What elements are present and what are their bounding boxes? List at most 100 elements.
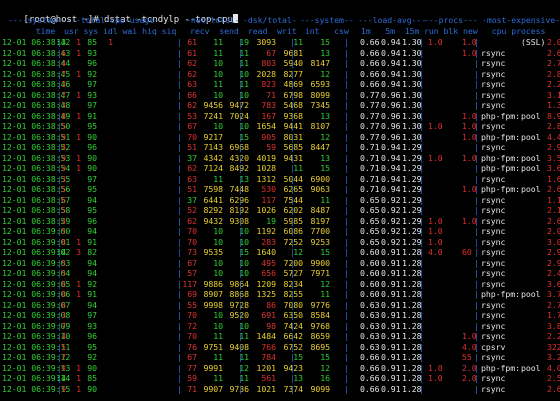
column-separator: | xyxy=(344,310,349,320)
cell-idl: 97 xyxy=(87,173,97,184)
cell-l1: 0.63 xyxy=(360,341,380,352)
column-separator: | xyxy=(474,184,479,194)
column-separator: | xyxy=(419,226,424,236)
cell-writ: 1640 xyxy=(256,247,276,257)
cell-csw: 8695 xyxy=(310,341,330,352)
column-separator: | xyxy=(238,173,243,184)
cell-l5: 0.92 xyxy=(381,236,401,247)
cell-l1: 0.65 xyxy=(360,194,380,205)
cell-send: 8907 xyxy=(203,289,223,299)
cell-send: 10 xyxy=(213,320,223,331)
column-separator: | xyxy=(474,142,479,152)
cell-l5: 0.92 xyxy=(381,215,401,226)
cell-csw: 8147 xyxy=(310,58,330,68)
cell-l1: 0.60 xyxy=(360,257,380,268)
cell-proc: rsync xyxy=(481,173,506,184)
column-separator: | xyxy=(290,89,295,100)
cell-csw: 15 xyxy=(320,37,330,47)
column-separator: | xyxy=(57,184,62,194)
column-separator: | xyxy=(290,163,295,173)
cell-send: 7598 xyxy=(203,184,223,194)
cell-writ: 656 xyxy=(261,268,276,278)
cell-idl: 96 xyxy=(87,58,97,68)
cell-l5: 0.91 xyxy=(381,257,401,268)
column-separator: | xyxy=(474,320,479,331)
column-separator: | xyxy=(419,79,424,89)
col-dsk: read writ xyxy=(243,26,297,36)
cell-l5: 0.94 xyxy=(381,184,401,194)
cell-l5: 0.94 xyxy=(381,152,401,163)
col-top: cpu process xyxy=(482,26,546,36)
cell-writ: 59 xyxy=(266,142,276,152)
column-separator: | xyxy=(344,299,349,310)
column-separator: | xyxy=(344,257,349,268)
cell-recv: 72 xyxy=(187,320,197,331)
cell-pct: 2.5 xyxy=(547,373,560,383)
column-separator: | xyxy=(57,226,62,236)
cell-l1: 0.66 xyxy=(360,68,380,79)
cell-idl: 85 xyxy=(87,37,97,47)
cell-idl: 95 xyxy=(87,205,97,215)
column-separator: | xyxy=(177,205,182,215)
cell-writ: 1028 xyxy=(256,163,276,173)
column-separator: | xyxy=(57,37,62,47)
column-separator: | xyxy=(57,173,62,184)
cell-pct: 2.9 xyxy=(547,257,560,268)
column-separator: | xyxy=(177,37,182,47)
cell-pct: 1.3 xyxy=(547,100,560,110)
cell-csw: 12 xyxy=(320,131,330,142)
column-separator: | xyxy=(419,383,424,394)
cell-writ: 1209 xyxy=(256,278,276,289)
column-separator: | xyxy=(57,205,62,215)
column-separator: | xyxy=(57,257,62,268)
column-separator: | xyxy=(238,257,243,268)
cell-writ: 19 xyxy=(266,215,276,226)
cell-csw: 8584 xyxy=(310,310,330,320)
cell-run: 4.0 xyxy=(428,247,443,257)
cell-writ: 3093 xyxy=(256,37,276,47)
cell-recv: 70 xyxy=(187,131,197,142)
cell-l1: 0.71 xyxy=(360,184,380,194)
cell-send: 10 xyxy=(213,58,223,68)
cell-sys: 1 xyxy=(76,110,81,121)
column-separator: | xyxy=(419,373,424,383)
column-separator: | xyxy=(474,79,479,89)
cell-idl: 94 xyxy=(87,226,97,236)
cell-sys: 1 xyxy=(76,89,81,100)
cell-send: 10 xyxy=(213,68,223,79)
column-separator: | xyxy=(238,352,243,362)
cell-l1: 0.66 xyxy=(360,37,380,47)
cell-writ: 117 xyxy=(261,194,276,205)
column-separator: | xyxy=(57,236,62,247)
terminal-window[interactable]: [root@host ~]# dstat -tcndylp --top-cpu … xyxy=(0,0,560,401)
column-separator: | xyxy=(57,121,62,131)
column-separator: | xyxy=(474,383,479,394)
cell-l1: 0.60 xyxy=(360,268,380,278)
column-separator: | xyxy=(474,310,479,320)
column-separator: | xyxy=(474,47,479,58)
cell-writ: 167 xyxy=(261,110,276,121)
cell-l1: 0.77 xyxy=(360,121,380,131)
column-separator: | xyxy=(57,100,62,110)
cell-pct: 3.6 xyxy=(547,278,560,289)
header-system: ----system---- xyxy=(8,15,77,25)
column-separator: | xyxy=(344,58,349,68)
cell-send: 8292 xyxy=(203,205,223,215)
column-separator: | xyxy=(344,37,349,47)
cell-recv: 67 xyxy=(187,352,197,362)
column-separator: | xyxy=(238,383,243,394)
column-separator: | xyxy=(419,89,424,100)
column-separator: | xyxy=(238,163,243,173)
column-separator: | xyxy=(419,58,424,68)
cell-proc: rsync xyxy=(481,121,506,131)
column-separator: | xyxy=(57,362,62,373)
cell-idl: 91 xyxy=(87,289,97,299)
column-separator: | xyxy=(290,121,295,131)
column-separator: | xyxy=(238,362,243,373)
shell-prompt: [root@host ~]# dstat -tcndylp --top-cpu xyxy=(2,1,238,25)
cell-recv: 62 xyxy=(187,100,197,110)
cell-pct: 1.7 xyxy=(547,310,560,320)
cell-recv: 62 xyxy=(187,215,197,226)
column-separator: | xyxy=(290,79,295,89)
column-separator: | xyxy=(177,58,182,68)
